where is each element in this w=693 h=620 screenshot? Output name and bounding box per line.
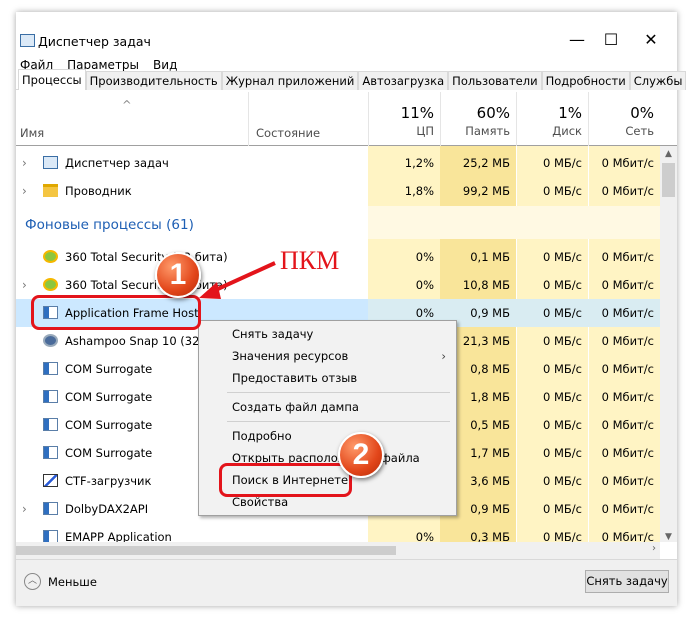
window-icon: [43, 362, 58, 375]
process-disk: 0 МБ/с: [543, 156, 582, 170]
expand-chevron-icon[interactable]: ›: [22, 177, 27, 205]
process-disk: 0 МБ/с: [543, 474, 582, 488]
process-memory: 0,3 МБ: [470, 530, 510, 542]
process-row[interactable]: EMAPP Application 0% 0,3 МБ 0 МБ/с 0 Мбит/с: [16, 523, 660, 542]
menu-item-feedback[interactable]: Предоставить отзыв: [232, 368, 357, 388]
menu-separator: [227, 421, 450, 422]
menu-item-end-task[interactable]: Снять задачу: [232, 324, 313, 344]
hscroll-thumb[interactable]: [16, 546, 396, 555]
process-cpu: 1,2%: [404, 156, 434, 170]
process-disk: 0 МБ/с: [543, 502, 582, 516]
ctf-icon: [43, 474, 58, 487]
process-disk: 0 МБ/с: [543, 334, 582, 348]
process-name: COM Surrogate: [65, 418, 153, 432]
window-icon: [43, 390, 58, 403]
process-network: 0 Мбит/с: [601, 362, 654, 376]
process-network: 0 Мбит/с: [588, 299, 660, 327]
process-disk: 0 МБ/с: [543, 390, 582, 404]
process-cpu: 0%: [415, 250, 434, 264]
process-row[interactable]: › Проводник 1,8% 99,2 МБ 0 МБ/с 0 Мбит/с: [16, 177, 660, 205]
expand-chevron-icon[interactable]: ›: [22, 149, 27, 177]
process-memory: 25,2 МБ: [462, 156, 510, 170]
task-manager-icon: [43, 156, 58, 169]
expand-chevron-icon[interactable]: ›: [22, 271, 27, 299]
window-icon: [43, 502, 58, 515]
process-name: CTF-загрузчик: [65, 474, 152, 488]
process-name: Проводник: [65, 184, 132, 198]
window-icon: [43, 530, 58, 542]
process-cpu: 1,8%: [404, 184, 434, 198]
process-network: 0 Мбит/с: [601, 474, 654, 488]
window-icon: [43, 418, 58, 431]
process-network: 0 Мбит/с: [601, 184, 654, 198]
horizontal-scrollbar[interactable]: ›: [16, 542, 660, 559]
process-name: COM Surrogate: [65, 390, 153, 404]
window-icon: [43, 446, 58, 459]
process-network: 0 Мбит/с: [601, 250, 654, 264]
folder-icon: [43, 184, 58, 197]
scroll-up-icon[interactable]: ▲: [660, 146, 677, 163]
process-disk: 0 МБ/с: [543, 250, 582, 264]
process-network: 0 Мбит/с: [601, 390, 654, 404]
fewer-details-link[interactable]: Меньше: [48, 575, 97, 589]
process-memory: 0,1 МБ: [470, 250, 510, 264]
menu-item-details[interactable]: Подробно: [232, 426, 292, 446]
360-icon: [43, 250, 58, 263]
process-network: 0 Мбит/с: [601, 446, 654, 460]
process-disk: 0 МБ/с: [543, 362, 582, 376]
process-network: 0 Мбит/с: [601, 278, 654, 292]
process-name: Диспетчер задач: [65, 156, 169, 170]
group-background-processes: Фоновые процессы (61): [25, 217, 194, 233]
menu-separator: [227, 392, 450, 393]
footer: ︿ Меньше Снять задачу: [16, 559, 677, 606]
process-name: EMAPP Application: [65, 530, 172, 542]
process-network: 0 Мбит/с: [601, 156, 654, 170]
annotation-pkm: ПКМ: [280, 246, 340, 275]
process-network: 0 Мбит/с: [601, 334, 654, 348]
submenu-chevron-icon: ›: [441, 349, 446, 363]
process-row[interactable]: › Диспетчер задач 1,2% 25,2 МБ 0 МБ/с 0 Мбит/…: [16, 149, 660, 177]
process-cpu: 0%: [415, 278, 434, 292]
process-network: 0 Мбит/с: [601, 418, 654, 432]
ashampoo-icon: [43, 334, 58, 347]
process-memory: 99,2 МБ: [462, 184, 510, 198]
highlight-app-frame-host: [31, 295, 201, 330]
process-network: 0 Мбит/с: [601, 502, 654, 516]
process-name: DolbyDAX2API: [65, 502, 149, 516]
process-memory: 10,8 МБ: [462, 278, 510, 292]
chevron-up-icon[interactable]: ︿: [24, 573, 41, 590]
scroll-down-icon[interactable]: ▼: [660, 532, 677, 542]
process-disk: 0 МБ/с: [543, 446, 582, 460]
step-1-badge: 1: [155, 252, 201, 298]
highlight-search-online: [219, 463, 352, 497]
360-icon: [43, 278, 58, 291]
scroll-thumb[interactable]: [662, 163, 675, 197]
process-name: COM Surrogate: [65, 362, 153, 376]
end-task-button[interactable]: Снять задачу: [585, 570, 669, 593]
process-disk: 0 МБ/с: [543, 530, 582, 542]
process-network: 0 Мбит/с: [601, 530, 654, 542]
process-disk: 0 МБ/с: [516, 299, 588, 327]
process-name: Ashampoo Snap 10 (32 6: [65, 334, 211, 348]
process-disk: 0 МБ/с: [543, 278, 582, 292]
process-cpu: 0%: [415, 530, 434, 542]
expand-chevron-icon[interactable]: ›: [22, 495, 27, 523]
process-disk: 0 МБ/с: [543, 418, 582, 432]
scroll-right-icon[interactable]: ›: [652, 543, 656, 554]
step-2-badge: 2: [338, 432, 384, 478]
vertical-scrollbar[interactable]: ▲ ▼: [660, 146, 677, 542]
menu-item-dump-file[interactable]: Создать файл дампа: [232, 397, 359, 417]
process-name: COM Surrogate: [65, 446, 153, 460]
process-disk: 0 МБ/с: [543, 184, 582, 198]
menu-item-resource-values[interactable]: Значения ресурсов: [232, 346, 348, 366]
